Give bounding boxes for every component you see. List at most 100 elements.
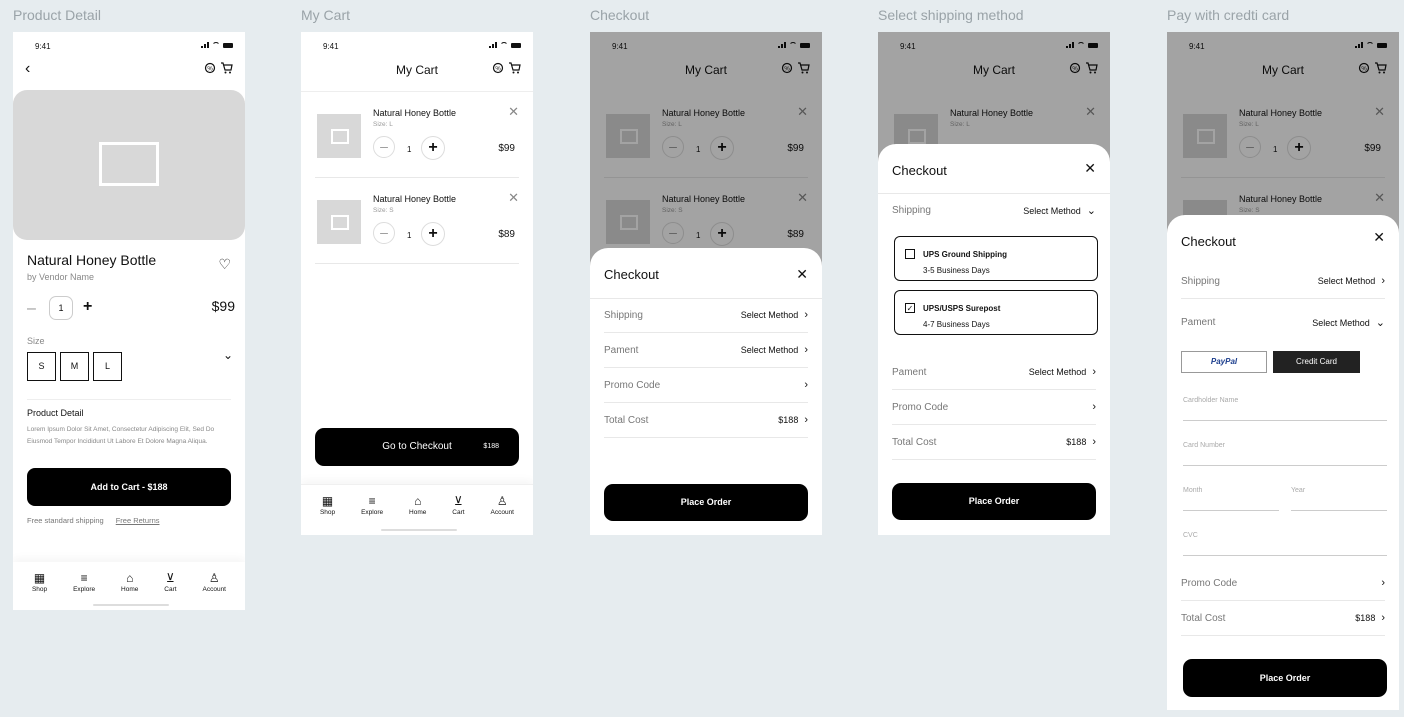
remove-item-icon[interactable]: ✕ bbox=[508, 190, 519, 206]
promo-row[interactable]: Promo Code › bbox=[892, 390, 1096, 425]
product-detail-title: Product Detail bbox=[27, 399, 231, 418]
plus-button[interactable]: + bbox=[83, 298, 92, 316]
wifi-icon bbox=[500, 42, 508, 48]
shipping-row[interactable]: Shipping Select Method ⌄ bbox=[892, 193, 1096, 228]
shop-icon: ▦ bbox=[33, 571, 46, 585]
promo-label: Promo Code bbox=[604, 379, 661, 391]
shipping-label: Shipping bbox=[1181, 275, 1220, 287]
explore-icon: ≡ bbox=[80, 571, 88, 585]
quantity-stepper: – 1 + $99 bbox=[13, 296, 245, 326]
add-to-cart-button[interactable]: Add to Cart - $188 bbox=[27, 468, 231, 506]
month-field[interactable]: Month bbox=[1183, 477, 1279, 511]
item-quantity: 1 bbox=[407, 145, 412, 154]
close-icon[interactable]: ✕ bbox=[1084, 160, 1096, 177]
tab-shop[interactable]: ▦ Shop bbox=[320, 493, 335, 535]
home-indicator bbox=[381, 529, 457, 531]
total-row[interactable]: Total Cost $188 › bbox=[892, 425, 1096, 460]
cvc-field[interactable]: CVC bbox=[1183, 522, 1387, 556]
payment-row[interactable]: Pament Select Method › bbox=[604, 333, 808, 368]
shipping-note: Free standard shipping bbox=[27, 516, 104, 525]
shipping-label: Shipping bbox=[604, 309, 643, 321]
size-option-s[interactable]: S bbox=[27, 352, 56, 381]
remove-item-icon[interactable]: ✕ bbox=[508, 104, 519, 120]
plus-button[interactable]: + bbox=[421, 222, 445, 246]
checkbox-checked[interactable]: ✓ bbox=[905, 303, 915, 313]
home-icon: ⌂ bbox=[414, 494, 422, 508]
shipping-value: Select Method bbox=[1317, 276, 1376, 286]
quantity-value[interactable]: 1 bbox=[49, 296, 73, 320]
returns-link[interactable]: Free Returns bbox=[116, 516, 160, 525]
explore-icon: ≡ bbox=[368, 494, 376, 508]
account-icon: ♙ bbox=[208, 571, 220, 585]
cart-icon[interactable] bbox=[220, 62, 233, 74]
item-name: Natural Honey Bottle bbox=[373, 108, 457, 118]
total-value: $188 bbox=[1355, 613, 1376, 623]
promo-label: Promo Code bbox=[892, 401, 949, 413]
product-price: $99 bbox=[211, 298, 235, 314]
paypal-button[interactable]: PayPal bbox=[1181, 351, 1267, 373]
tab-shop[interactable]: ▦ Shop bbox=[32, 570, 47, 610]
vendor-name: by Vendor Name bbox=[27, 272, 95, 282]
year-field[interactable]: Year bbox=[1291, 477, 1387, 511]
size-option-m[interactable]: M bbox=[60, 352, 89, 381]
cart-tab-icon: ⊻ bbox=[454, 494, 463, 508]
chevron-down-icon: ⌄ bbox=[1375, 317, 1385, 329]
checkout-button-total: $188 bbox=[483, 443, 499, 450]
phone-credit-card: 9:41 My Cart % Natural Honey Bottle Size… bbox=[1167, 32, 1399, 710]
tab-account[interactable]: ♙ Account bbox=[203, 570, 227, 610]
promo-label: Promo Code bbox=[1181, 577, 1238, 589]
size-option-l[interactable]: L bbox=[93, 352, 122, 381]
cart-icon[interactable] bbox=[508, 62, 521, 74]
place-order-button[interactable]: Place Order bbox=[892, 483, 1096, 520]
payment-row[interactable]: Pament Select Method ⌄ bbox=[1181, 305, 1385, 340]
item-size: Size: L bbox=[373, 121, 393, 128]
tab-account[interactable]: ♙ Account bbox=[491, 493, 515, 535]
frame-label-checkout: Checkout bbox=[590, 7, 650, 23]
minus-button[interactable]: – bbox=[373, 136, 395, 158]
size-label: Size bbox=[27, 336, 45, 346]
chevron-down-icon[interactable]: ⌄ bbox=[223, 348, 233, 362]
credit-card-button[interactable]: Credit Card bbox=[1273, 351, 1360, 373]
promo-row[interactable]: Promo Code › bbox=[1181, 566, 1385, 601]
payment-value: Select Method bbox=[1028, 367, 1087, 377]
item-thumbnail bbox=[317, 200, 361, 244]
phone-checkout: 9:41 My Cart % Natural Honey Bottle Size… bbox=[590, 32, 822, 535]
svg-text:%: % bbox=[207, 67, 213, 73]
minus-button[interactable]: – bbox=[27, 300, 36, 318]
tab-explore[interactable]: ≡ Explore bbox=[73, 570, 95, 610]
product-detail-text: Lorem Ipsum Dolor Sit Amet, Consectetur … bbox=[27, 426, 215, 445]
cart-tab-icon: ⊻ bbox=[166, 571, 175, 585]
cardholder-name-field[interactable]: Cardholder Name bbox=[1183, 387, 1387, 421]
checkout-button-label: Go to Checkout bbox=[382, 441, 452, 452]
wifi-icon bbox=[212, 42, 220, 48]
chevron-right-icon: › bbox=[1092, 366, 1096, 378]
minus-button[interactable]: – bbox=[373, 222, 395, 244]
promo-row[interactable]: Promo Code › bbox=[604, 368, 808, 403]
total-label: Total Cost bbox=[892, 436, 937, 448]
chevron-right-icon: › bbox=[1381, 577, 1385, 589]
tab-explore[interactable]: ≡ Explore bbox=[361, 493, 383, 535]
go-to-checkout-button[interactable]: Go to Checkout $188 bbox=[315, 428, 519, 466]
plus-button[interactable]: + bbox=[421, 136, 445, 160]
heart-icon[interactable]: ♡ bbox=[218, 256, 231, 273]
chevron-right-icon: › bbox=[1092, 401, 1096, 413]
close-icon[interactable]: ✕ bbox=[796, 266, 808, 283]
shipping-option[interactable]: ✓ UPS/USPS Surepost 4-7 Business Days bbox=[894, 290, 1098, 335]
discount-icon[interactable]: % bbox=[492, 62, 504, 74]
place-order-button[interactable]: Place Order bbox=[604, 484, 808, 521]
shipping-row[interactable]: Shipping Select Method › bbox=[604, 298, 808, 333]
back-icon[interactable]: ‹ bbox=[25, 60, 30, 78]
discount-icon[interactable]: % bbox=[204, 62, 216, 74]
shipping-row[interactable]: Shipping Select Method › bbox=[1181, 264, 1385, 299]
shipping-option[interactable]: UPS Ground Shipping 3-5 Business Days bbox=[894, 236, 1098, 281]
phone-my-cart: 9:41 My Cart % Natural Honey Bottle Size… bbox=[301, 32, 533, 535]
payment-row[interactable]: Pament Select Method › bbox=[892, 355, 1096, 390]
chevron-down-icon: ⌄ bbox=[1086, 205, 1096, 217]
card-number-field[interactable]: Card Number bbox=[1183, 432, 1387, 466]
total-row[interactable]: Total Cost $188 › bbox=[1181, 601, 1385, 636]
place-order-button[interactable]: Place Order bbox=[1183, 659, 1387, 697]
checkbox[interactable] bbox=[905, 249, 915, 259]
close-icon[interactable]: ✕ bbox=[1373, 229, 1385, 246]
total-row[interactable]: Total Cost $188 › bbox=[604, 403, 808, 438]
total-label: Total Cost bbox=[604, 414, 649, 426]
